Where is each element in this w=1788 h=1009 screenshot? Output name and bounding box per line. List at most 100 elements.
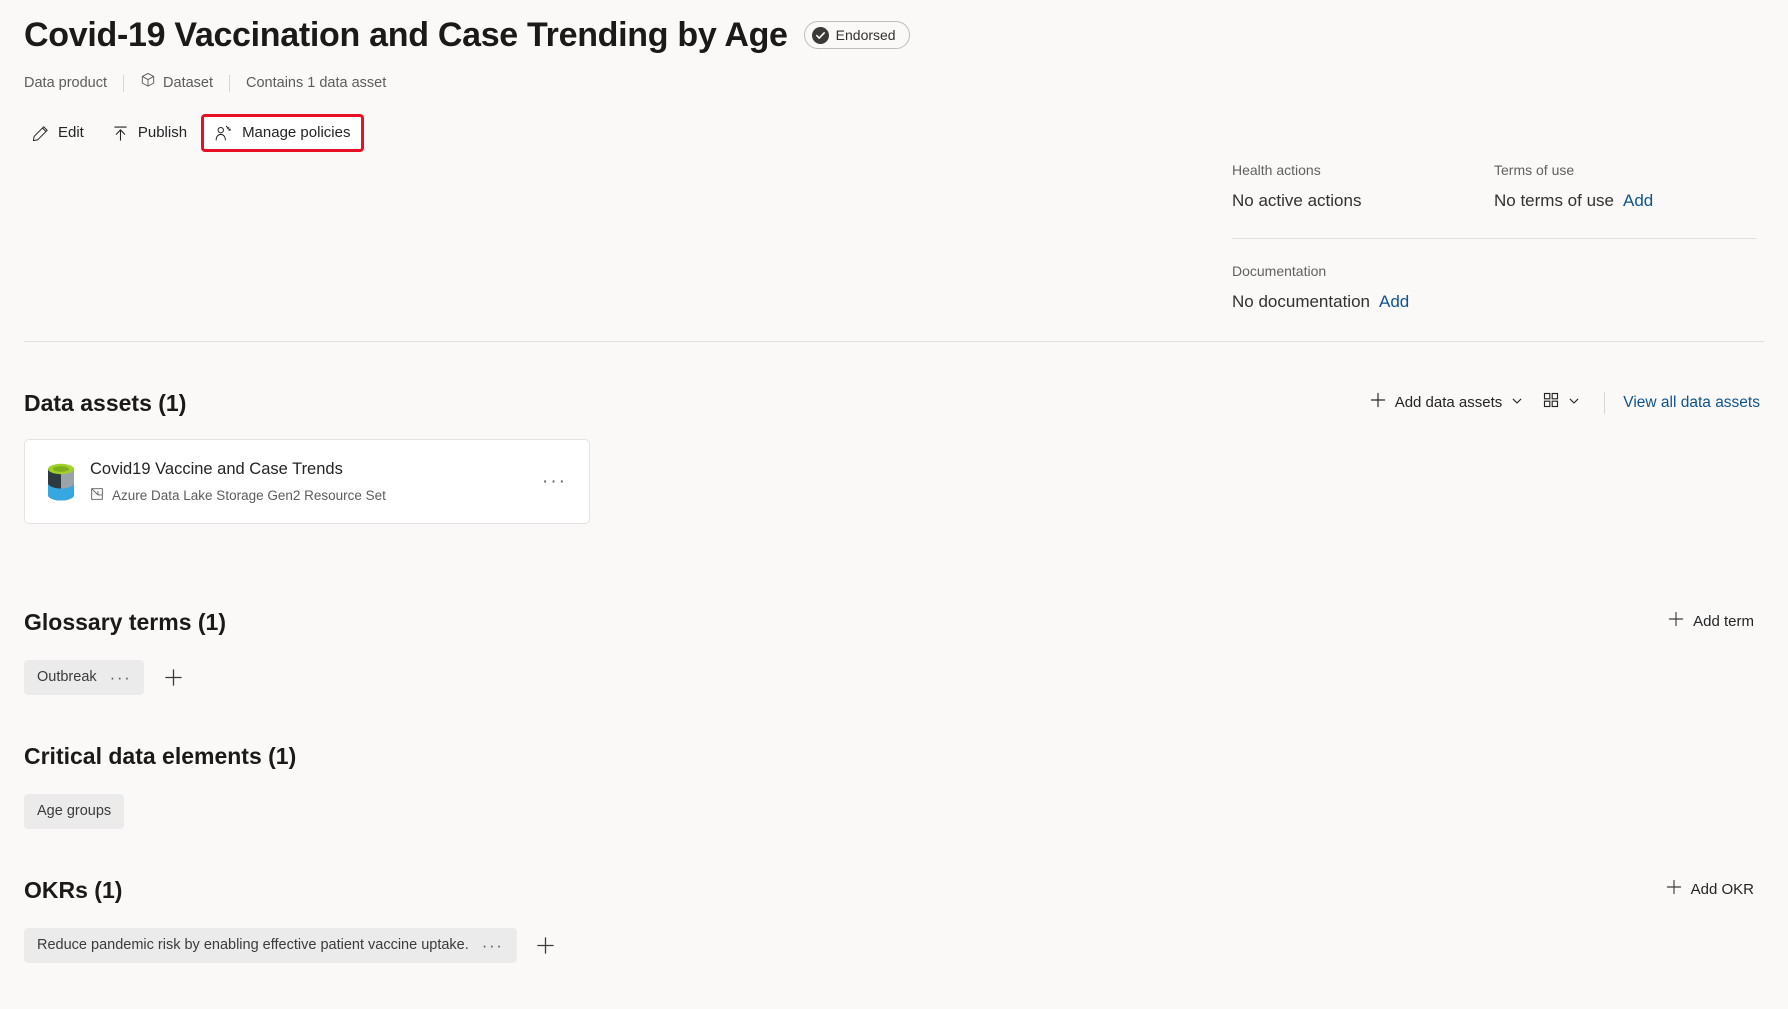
add-okr-label: Add OKR [1690,881,1754,898]
data-asset-type-row: Azure Data Lake Storage Gen2 Resource Se… [90,487,538,506]
add-okr-inline-button[interactable] [531,931,561,961]
terms-of-use-add-link[interactable]: Add [1623,189,1653,212]
glossary-terms-title: Glossary terms (1) [24,609,226,635]
health-actions-value: No active actions [1232,191,1362,210]
health-actions-value-row: No active actions [1232,189,1494,212]
data-product-page: Covid-19 Vaccination and Case Trending b… [0,0,1788,1009]
okr-chip-label: Reduce pandemic risk by enabling effecti… [37,937,469,953]
spacer-after-glossary [0,695,1788,739]
title-row: Covid-19 Vaccination and Case Trending b… [24,12,1764,58]
command-bar: Edit Publish Manage policies [20,114,1764,152]
data-assets-title: Data assets (1) [24,390,187,416]
meta-row-bottom: Documentation No documentation Add [1232,261,1756,313]
resource-set-icon [90,487,104,506]
documentation-value-row: No documentation Add [1232,290,1409,313]
add-data-assets-button[interactable]: Add data assets [1360,386,1534,420]
breadcrumb-data-product: Data product [24,73,107,93]
terms-of-use-label: Terms of use [1494,162,1575,178]
breadcrumb: Data product Dataset Contains 1 data ass… [24,72,1764,94]
data-asset-type-label: Azure Data Lake Storage Gen2 Resource Se… [112,488,386,503]
plus-icon [1370,392,1386,414]
critical-data-elements-header: Critical data elements (1) [24,739,1764,773]
breadcrumb-data-product-label: Data product [24,75,108,91]
glossary-terms-header: Glossary terms (1) Add term [24,605,1764,639]
okrs-chip-row: Reduce pandemic risk by enabling effecti… [24,928,1764,963]
add-term-label: Add term [1693,613,1754,630]
person-policy-icon [215,125,233,142]
publish-upload-icon [112,125,129,142]
publish-button-label: Publish [137,124,188,141]
okr-chip-more-button[interactable]: ··· [482,937,504,954]
view-all-data-assets-link[interactable]: View all data assets [1619,388,1764,418]
data-assets-section: Data assets (1) Add data assets View all… [0,386,1788,524]
okrs-section: OKRs (1) Add OKR Reduce pandemic risk by [0,873,1788,963]
endorsed-label: Endorsed [835,27,896,43]
status-badge-endorsed: Endorsed [803,21,910,49]
documentation-add-link[interactable]: Add [1379,290,1409,313]
meta-row-top: Health actions No active actions Terms o… [1232,160,1756,212]
breadcrumb-separator-2 [229,74,231,92]
health-actions-label: Health actions [1232,162,1321,178]
check-circle-icon [811,26,829,44]
plus-icon-term [1668,611,1684,633]
meta-divider [1232,238,1756,239]
view-toggle-button[interactable] [1533,386,1590,420]
azure-data-lake-storage-icon [46,461,76,503]
data-asset-name: Covid19 Vaccine and Case Trends [90,459,343,478]
data-asset-more-button[interactable]: ··· [538,472,571,491]
documentation-block: Documentation No documentation Add [1232,261,1409,313]
glossary-term-chip-more-button[interactable]: ··· [110,669,132,686]
manage-policies-button-label: Manage policies [242,124,351,141]
documentation-value: No documentation [1232,292,1370,311]
add-glossary-term-inline-button[interactable] [158,663,188,693]
okrs-title: OKRs (1) [24,877,123,903]
critical-data-elements-chip-row: Age groups [24,794,1764,829]
terms-of-use-value: No terms of use [1494,191,1614,210]
spacer-after-cde [0,829,1788,873]
pencil-icon [32,125,49,142]
breadcrumb-contains-label: Contains 1 data asset [246,75,387,91]
critical-data-elements-title: Critical data elements (1) [24,743,297,769]
chevron-down-icon [1511,393,1523,413]
glossary-term-chip-label: Outbreak [37,669,97,685]
okr-chip[interactable]: Reduce pandemic risk by enabling effecti… [24,928,517,963]
page-title: Covid-19 Vaccination and Case Trending b… [24,16,788,54]
page-header: Covid-19 Vaccination and Case Trending b… [0,0,1788,152]
critical-data-elements-section: Critical data elements (1) Age groups [0,739,1788,829]
page-body: Data assets (1) Add data assets View all… [0,386,1788,963]
data-asset-card[interactable]: Covid19 Vaccine and Case Trends Azure Da… [24,439,590,524]
add-data-assets-label: Add data assets [1394,394,1503,411]
breadcrumb-dataset: Dataset [140,72,213,94]
glossary-terms-chip-row: Outbreak ··· [24,660,1764,695]
okrs-actions: Add OKR [1656,873,1764,907]
health-actions-block: Health actions No active actions [1232,160,1494,212]
data-assets-actions: Add data assets View all data assets [1360,386,1764,420]
terms-of-use-value-row: No terms of use Add [1494,189,1653,212]
documentation-label: Documentation [1232,263,1327,279]
critical-data-element-chip[interactable]: Age groups [24,794,125,829]
actions-separator [1604,392,1606,414]
breadcrumb-dataset-label: Dataset [163,75,214,91]
add-okr-button[interactable]: Add OKR [1656,873,1764,907]
spacer-after-data-assets [0,524,1788,605]
breadcrumb-separator [123,74,125,92]
publish-button[interactable]: Publish [100,116,199,150]
glossary-term-chip[interactable]: Outbreak ··· [24,660,145,695]
cube-icon [140,72,156,94]
breadcrumb-contains: Contains 1 data asset [246,73,386,93]
grid-view-icon [1543,392,1559,414]
okrs-header: OKRs (1) Add OKR [24,873,1764,907]
plus-icon-okr [1666,879,1682,901]
header-section-divider [24,341,1764,342]
data-assets-header: Data assets (1) Add data assets View all… [24,386,1764,420]
add-term-button[interactable]: Add term [1658,605,1764,639]
terms-of-use-block: Terms of use No terms of use Add [1494,160,1653,212]
meta-panel: Health actions No active actions Terms o… [1232,160,1756,313]
glossary-terms-section: Glossary terms (1) Add term Outbreak ··· [0,605,1788,695]
manage-policies-button[interactable]: Manage policies [201,114,365,152]
glossary-terms-actions: Add term [1658,605,1764,639]
edit-button-label: Edit [58,124,84,141]
edit-button[interactable]: Edit [20,116,96,150]
critical-data-element-chip-label: Age groups [37,803,112,819]
data-asset-texts: Covid19 Vaccine and Case Trends Azure Da… [90,458,538,506]
